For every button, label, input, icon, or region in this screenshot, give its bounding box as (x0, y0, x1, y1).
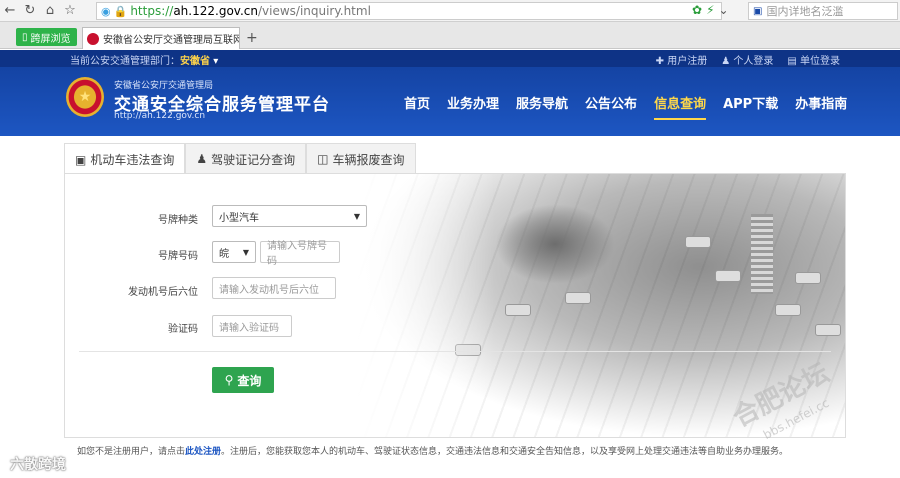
nav-announcements[interactable]: 公告公布 (585, 93, 637, 120)
nav-app-download[interactable]: APP下载 (723, 93, 778, 120)
cross-screen-button[interactable]: ▯ 跨屏浏览 (16, 28, 77, 46)
browser-tab-bar: ▯ 跨屏浏览 安徽省公安厅交通管理局互联网 × + (0, 22, 900, 49)
dept-selector[interactable]: 当前公安交通管理部门：安徽省 ▾ (70, 52, 218, 67)
plate-number-input[interactable]: 请输入号牌号码 (260, 241, 340, 267)
lock-icon: 🔒 (113, 4, 128, 18)
top-links: ✚ 用户注册 ♟ 个人登录 ▤ 单位登录 (656, 52, 840, 67)
plate-prefix-value: 皖 (219, 248, 229, 260)
gear-icon[interactable]: ✿ (692, 3, 702, 17)
home-icon[interactable]: ⌂ (40, 1, 60, 21)
dept-label: 当前公安交通管理部门： (70, 56, 180, 67)
nav-guide[interactable]: 办事指南 (795, 93, 847, 120)
query-button[interactable]: ⚲ 查询 (212, 367, 274, 393)
captcha-label: 验证码 (168, 324, 198, 335)
register-label: 用户注册 (667, 56, 708, 67)
car-icon: ▣ (75, 152, 87, 167)
plate-prefix-select[interactable]: 皖 ▼ (212, 241, 256, 263)
plate-type-select[interactable]: 小型汽车 ▼ (212, 205, 367, 227)
url-input[interactable]: ◉ 🔒 https://ah.122.gov.cn/views/inquiry.… (96, 2, 722, 20)
search-input[interactable]: ▣ 国内详地名泛滥 (748, 2, 898, 20)
unit-login-label: 单位登录 (800, 56, 840, 67)
search-icon: ⚲ (224, 373, 234, 387)
captcha-input[interactable]: 请输入验证码 (212, 315, 292, 337)
query-button-label: 查询 (237, 373, 262, 388)
plate-number-placeholder: 请输入号牌号码 (267, 241, 327, 267)
top-bar: 当前公安交通管理部门：安徽省 ▾ ✚ 用户注册 ♟ 个人登录 ▤ 单位登录 (0, 50, 900, 67)
browser-tab-title: 安徽省公安厅交通管理局互联网 (103, 35, 240, 46)
car-shape (455, 344, 481, 356)
lightning-icon[interactable]: ⚡ (706, 3, 714, 17)
security-icon: ◉ (101, 4, 111, 18)
refresh-icon[interactable]: ↻ (20, 1, 40, 21)
search-placeholder: 国内详地名泛滥 (766, 5, 844, 18)
watermark-left: 六散跨境 (10, 457, 66, 473)
car-shape (685, 236, 711, 248)
search-engine-icon[interactable]: ▣ (753, 6, 762, 17)
tab-license-points[interactable]: ♟ 驾驶证记分查询 (185, 143, 307, 174)
site-header: 当前公安交通管理部门：安徽省 ▾ ✚ 用户注册 ♟ 个人登录 ▤ 单位登录 ★ … (0, 50, 900, 136)
star-icon[interactable]: ☆ (60, 1, 80, 21)
plus-icon: ✚ (655, 56, 665, 67)
unit-login-link[interactable]: ▤ 单位登录 (787, 52, 840, 67)
brand-url: http://ah.122.gov.cn (114, 111, 206, 121)
new-tab-button[interactable]: + (246, 30, 258, 46)
plate-number-label: 号牌号码 (158, 251, 198, 262)
tab-vehicle-scrap[interactable]: ◫ 车辆报废查询 (306, 143, 416, 174)
tab-vehicle-scrap-label: 车辆报废查询 (332, 152, 405, 167)
nav-info-query[interactable]: 信息查询 (654, 93, 707, 120)
car-shape (565, 292, 591, 304)
dept-value: 安徽省 (180, 56, 210, 67)
car-shape (505, 304, 531, 316)
nav-home[interactable]: 首页 (404, 93, 430, 120)
signal-tower-shape (751, 214, 773, 294)
main-nav: 首页 业务办理 服务导航 公告公布 信息查询 APP下载 办事指南 (404, 93, 864, 120)
captcha-placeholder: 请输入验证码 (219, 322, 279, 334)
tab-vehicle-violation-label: 机动车违法查询 (90, 153, 175, 167)
plate-type-value: 小型汽车 (219, 212, 259, 224)
tab-vehicle-violation[interactable]: ▣ 机动车违法查询 (64, 143, 186, 175)
caret-down-icon: ▾ (213, 56, 219, 67)
building-icon: ▤ (787, 56, 797, 67)
phone-icon: ▯ (22, 31, 28, 43)
addr-icons: ✿ ⚡ ⌄ (692, 3, 729, 17)
car-shape (795, 272, 821, 284)
caret-down-icon: ▼ (242, 247, 249, 257)
tab-license-points-label: 驾驶证记分查询 (211, 152, 296, 167)
trash-icon: ◫ (317, 152, 329, 166)
personal-login-link[interactable]: ♟ 个人登录 (721, 52, 773, 67)
url-path: /views/inquiry.html (257, 4, 371, 18)
nav-business[interactable]: 业务办理 (447, 93, 499, 120)
car-shape (815, 324, 841, 336)
favicon-icon (87, 32, 99, 45)
browser-address-bar: ← ↻ ⌂ ☆ ◉ 🔒 https://ah.122.gov.cn/views/… (0, 0, 900, 22)
query-panel: 号牌种类 小型汽车 ▼ 号牌号码 皖 ▼ 请输入号牌号码 发动机号后六位 请输入… (64, 173, 846, 438)
engine-label: 发动机号后六位 (128, 287, 198, 298)
car-shape (775, 304, 801, 316)
browser-tab[interactable]: 安徽省公安厅交通管理局互联网 × (82, 27, 240, 49)
cross-screen-label: 跨屏浏览 (30, 33, 71, 45)
form-divider (79, 351, 831, 352)
police-emblem-icon: ★ (66, 77, 104, 117)
back-arrow-icon[interactable]: ← (0, 1, 20, 21)
user-icon: ♟ (721, 56, 731, 67)
footer-note-post: 。注册后，您能获取您本人的机动车、驾驶证状态信息，交通违法信息和交通安全告知信息… (221, 447, 789, 457)
chevron-down-icon[interactable]: ⌄ (719, 3, 729, 17)
url-host: ah.122.gov.cn (173, 4, 258, 18)
query-tabs: ▣ 机动车违法查询 ♟ 驾驶证记分查询 ◫ 车辆报废查询 (64, 143, 416, 175)
register-here-link[interactable]: 此处注册 (185, 447, 221, 457)
caret-down-icon: ▼ (353, 211, 360, 221)
car-shape (715, 270, 741, 282)
url-scheme: https:// (130, 4, 174, 18)
plate-type-label: 号牌种类 (158, 215, 198, 226)
register-link[interactable]: ✚ 用户注册 (656, 52, 708, 67)
engine-placeholder: 请输入发动机号后六位 (219, 284, 319, 296)
footer-note-pre: 如您不是注册用户，请点击 (77, 447, 186, 457)
personal-login-label: 个人登录 (733, 56, 774, 67)
nav-service-guide[interactable]: 服务导航 (516, 93, 568, 120)
person-icon: ♟ (196, 152, 208, 166)
palm-tree-shape (495, 204, 615, 284)
engine-number-input[interactable]: 请输入发动机号后六位 (212, 277, 336, 299)
footer-note: 如您不是注册用户，请点击此处注册。注册后，您能获取您本人的机动车、驾驶证状态信息… (77, 444, 788, 457)
